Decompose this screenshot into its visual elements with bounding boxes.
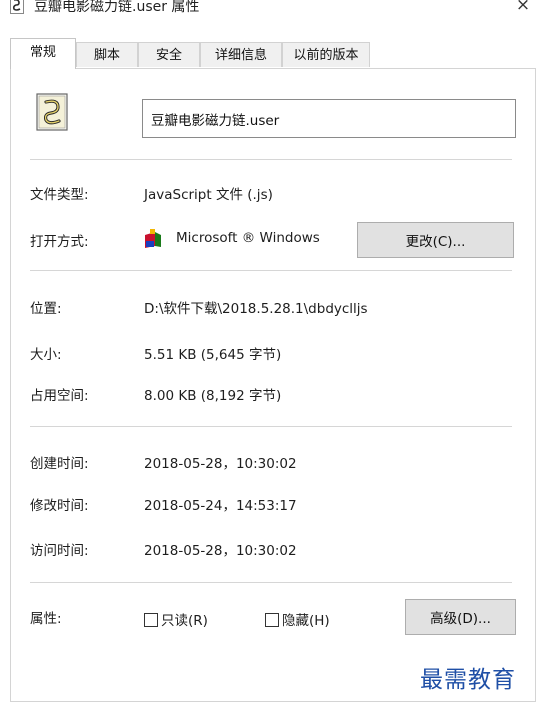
- windows-script-host-icon: [145, 229, 161, 248]
- modified-label: 修改时间:: [30, 498, 89, 514]
- title-bar: 豆瓣电影磁力链.user 属性 ×: [0, 0, 542, 20]
- created-label: 创建时间:: [30, 456, 89, 472]
- tab-previous-versions[interactable]: 以前的版本: [282, 42, 370, 67]
- opens-with-label: 打开方式:: [30, 234, 89, 250]
- size-label: 大小:: [30, 347, 62, 363]
- readonly-checkbox-label: 只读(R): [161, 613, 208, 629]
- separator: [30, 582, 512, 583]
- size-value: 5.51 KB (5,645 字节): [144, 347, 282, 363]
- location-label: 位置:: [30, 301, 62, 317]
- file-type-label: 文件类型:: [30, 187, 89, 203]
- modified-value: 2018-05-24，14:53:17: [144, 498, 297, 514]
- hidden-checkbox[interactable]: 隐藏(H): [265, 609, 330, 629]
- readonly-checkbox-box[interactable]: [144, 613, 158, 627]
- change-button[interactable]: 更改(C)...: [357, 222, 514, 258]
- size-on-disk-label: 占用空间:: [30, 388, 89, 404]
- file-type-value: JavaScript 文件 (.js): [144, 187, 273, 203]
- separator: [30, 270, 512, 271]
- advanced-button[interactable]: 高级(D)...: [405, 599, 516, 635]
- location-value: D:\软件下载\2018.5.28.1\dbdyclljs: [144, 301, 368, 317]
- window-title: 豆瓣电影磁力链.user 属性: [34, 0, 200, 15]
- accessed-label: 访问时间:: [30, 543, 89, 559]
- attributes-label: 属性:: [30, 611, 62, 627]
- script-file-icon: [10, 0, 24, 14]
- tab-security[interactable]: 安全: [138, 42, 200, 67]
- accessed-value: 2018-05-28，10:30:02: [144, 543, 297, 559]
- opens-with-value: Microsoft ® Windows: [176, 230, 320, 246]
- hidden-checkbox-box[interactable]: [265, 613, 279, 627]
- js-script-file-icon: [36, 93, 68, 131]
- hidden-checkbox-label: 隐藏(H): [282, 613, 330, 629]
- watermark-text: 最需教育: [420, 667, 516, 693]
- separator: [30, 426, 512, 427]
- close-button[interactable]: ×: [510, 0, 536, 16]
- tab-details[interactable]: 详细信息: [200, 42, 282, 67]
- file-name-input[interactable]: [142, 99, 516, 138]
- tab-general[interactable]: 常规: [10, 38, 76, 69]
- separator: [30, 159, 512, 160]
- created-value: 2018-05-28，10:30:02: [144, 456, 297, 472]
- readonly-checkbox[interactable]: 只读(R): [144, 609, 208, 629]
- tab-script[interactable]: 脚本: [76, 42, 138, 67]
- size-on-disk-value: 8.00 KB (8,192 字节): [144, 388, 282, 404]
